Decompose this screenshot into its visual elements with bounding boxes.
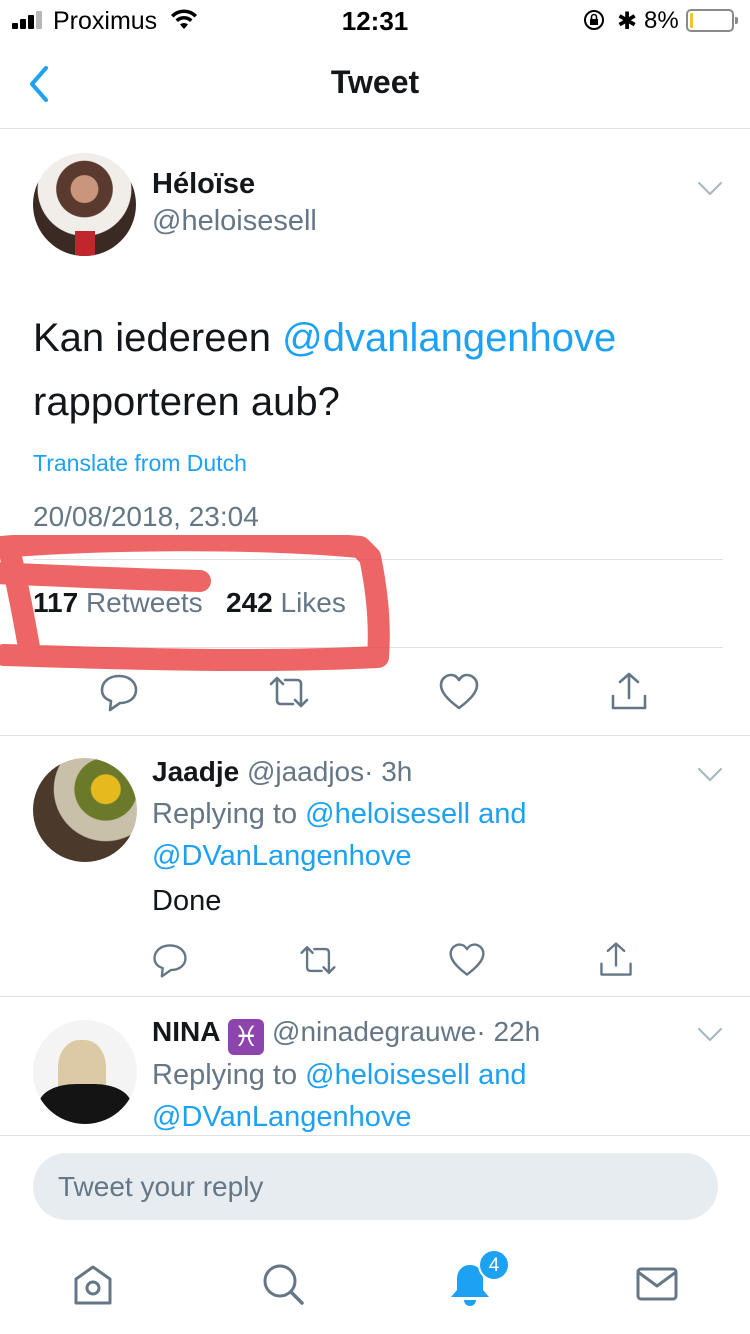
messages-icon bbox=[636, 1267, 678, 1301]
reply-text: Done bbox=[152, 885, 222, 917]
author-name[interactable]: Héloïse bbox=[152, 168, 255, 201]
like-label: Likes bbox=[280, 587, 346, 618]
reply-like-action[interactable] bbox=[447, 940, 487, 980]
replying-to: Replying to @heloisesell and @DVanLangen… bbox=[152, 1054, 712, 1138]
reply-author-handle[interactable]: @ninadegrauwe bbox=[272, 1016, 476, 1047]
pisces-emoji: ♓ bbox=[228, 1019, 265, 1055]
translate-link[interactable]: Translate from Dutch bbox=[33, 450, 247, 477]
reply-divider bbox=[0, 996, 750, 997]
replying-prefix: Replying to bbox=[152, 1059, 298, 1091]
home-icon bbox=[74, 1265, 112, 1305]
reply-retweet-action[interactable] bbox=[298, 940, 338, 980]
reply-author-name[interactable]: Jaadje bbox=[152, 756, 239, 787]
status-time: 12:31 bbox=[341, 6, 409, 36]
bluetooth-icon: ✱ bbox=[617, 8, 638, 35]
like-count: 242 bbox=[226, 587, 273, 618]
reply-author-name[interactable]: NINA bbox=[152, 1016, 220, 1047]
likes-stat[interactable]: 242 Likes bbox=[226, 587, 346, 618]
tweet-text-start: Kan iedereen bbox=[33, 316, 283, 360]
tweet-text-end: rapporteren aub? bbox=[33, 380, 340, 424]
page-title: Tweet bbox=[330, 64, 420, 100]
tweet-options-chevron-down-icon[interactable] bbox=[696, 180, 724, 198]
replying-to-link-2[interactable]: @DVanLangenhove bbox=[152, 1101, 412, 1133]
reply-options-chevron-down-icon[interactable] bbox=[696, 1026, 724, 1044]
rotation-lock-icon bbox=[584, 10, 604, 30]
mention-link[interactable]: @dvanlangenhove bbox=[282, 316, 616, 360]
battery-percent: 8% bbox=[644, 7, 679, 34]
replying-to: Replying to @heloisesell and @DVanLangen… bbox=[152, 793, 712, 877]
tab-search[interactable] bbox=[258, 1259, 308, 1309]
reply-avatar[interactable] bbox=[33, 758, 137, 862]
stats-divider-top bbox=[33, 559, 723, 560]
search-icon bbox=[263, 1264, 304, 1305]
tab-home[interactable] bbox=[68, 1259, 118, 1309]
reply-reply-action[interactable] bbox=[150, 940, 190, 980]
replying-to-link[interactable]: @heloisesell and bbox=[305, 1059, 526, 1091]
retweet-icon bbox=[300, 946, 336, 974]
composer-divider bbox=[0, 1135, 750, 1136]
retweet-count: 117 bbox=[33, 587, 79, 618]
reply-icon bbox=[100, 674, 138, 712]
reply-share-action[interactable] bbox=[596, 940, 636, 980]
battery-icon bbox=[686, 9, 738, 32]
reply-avatar[interactable] bbox=[33, 1020, 137, 1124]
nav-divider bbox=[0, 128, 750, 129]
author-handle[interactable]: @heloisesell bbox=[152, 205, 317, 238]
tweet-text: Kan iedereen @dvanlangenhove rapporteren… bbox=[33, 306, 723, 434]
heart-icon bbox=[439, 673, 479, 710]
stats-divider-bottom bbox=[33, 647, 723, 648]
retweets-stat[interactable]: 117 Retweets bbox=[33, 587, 203, 618]
reply-composer[interactable] bbox=[33, 1153, 718, 1220]
retweet-icon bbox=[269, 676, 309, 708]
share-icon bbox=[611, 672, 647, 710]
replying-prefix: Replying to bbox=[152, 798, 298, 830]
reply-action[interactable] bbox=[97, 670, 141, 714]
notification-badge: 4 bbox=[478, 1249, 510, 1281]
status-bar: Proximus 12:31 ✱ 8% bbox=[0, 0, 750, 40]
tweet-stats: 117 Retweets 242 Likes bbox=[33, 587, 346, 619]
share-action[interactable] bbox=[607, 670, 651, 714]
reply-header: NINA ♓ @ninadegrauwe· 22h bbox=[152, 1016, 540, 1055]
reply-icon bbox=[153, 944, 187, 978]
reply-time: · 3h bbox=[364, 756, 413, 787]
tab-messages[interactable] bbox=[632, 1259, 682, 1309]
retweet-action[interactable] bbox=[267, 670, 311, 714]
reply-options-chevron-down-icon[interactable] bbox=[696, 766, 724, 784]
replying-to-link[interactable]: @heloisesell and bbox=[305, 798, 526, 830]
author-avatar[interactable] bbox=[33, 153, 136, 256]
tweet-timestamp: 20/08/2018, 23:04 bbox=[33, 501, 259, 532]
like-action[interactable] bbox=[437, 670, 481, 714]
tweet-divider bbox=[0, 735, 750, 736]
tweet-reply-input[interactable] bbox=[33, 1153, 718, 1220]
share-icon bbox=[600, 942, 632, 976]
reply-header: Jaadje @jaadjos· 3h bbox=[152, 756, 412, 788]
replying-to-link-2[interactable]: @DVanLangenhove bbox=[152, 840, 412, 872]
battery-level bbox=[690, 13, 693, 28]
retweet-label: Retweets bbox=[85, 587, 203, 618]
heart-icon bbox=[449, 943, 485, 976]
reply-time: · 22h bbox=[476, 1016, 541, 1047]
reply-author-handle[interactable]: @jaadjos bbox=[247, 756, 364, 787]
